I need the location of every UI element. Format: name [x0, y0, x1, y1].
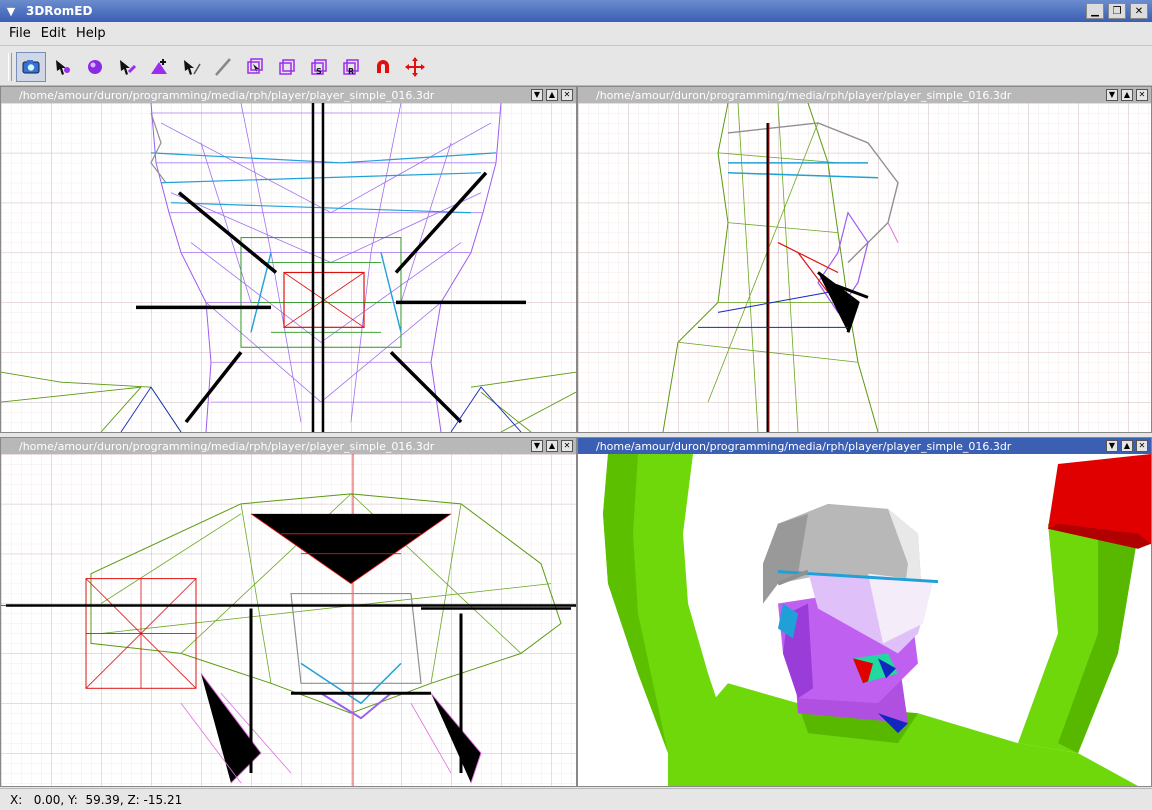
- side-wireframe-view[interactable]: [578, 103, 1151, 432]
- viewport-front[interactable]: /home/amour/duron/programming/media/rph/…: [0, 86, 577, 433]
- camera-icon: [22, 59, 40, 73]
- select-box-icon: [247, 57, 263, 74]
- viewport-file-path: /home/amour/duron/programming/media/rph/…: [596, 439, 1012, 453]
- viewport-menu-icon[interactable]: ▼: [1106, 440, 1118, 452]
- select-edge-icon: [120, 59, 137, 75]
- add-vertex-icon: [151, 58, 167, 74]
- viewport-menu-icon[interactable]: ▼: [531, 89, 543, 101]
- minimize-button[interactable]: ▁: [1086, 3, 1104, 19]
- viewport-close-icon[interactable]: ✕: [1136, 440, 1148, 452]
- select-vertex-icon: [56, 59, 70, 75]
- scale-box-tool-button[interactable]: S: [304, 52, 334, 82]
- window-menu-icon[interactable]: ▼: [0, 0, 22, 22]
- draw-line-tool-button[interactable]: [208, 52, 238, 82]
- toolbar-grip[interactable]: [8, 52, 12, 81]
- select-sphere-tool-button[interactable]: [80, 52, 110, 82]
- toolbar: S R: [0, 48, 1152, 86]
- sphere-icon: [88, 59, 102, 74]
- window-title: 3DRomED: [26, 4, 93, 18]
- viewport-header: /home/amour/duron/programming/media/rph/…: [1, 87, 576, 103]
- close-button[interactable]: ✕: [1130, 3, 1148, 19]
- top-wireframe-canvas: [1, 454, 576, 786]
- svg-text:S: S: [316, 67, 322, 76]
- viewport-menu-icon[interactable]: ▼: [1106, 89, 1118, 101]
- viewport-close-icon[interactable]: ✕: [561, 89, 573, 101]
- viewport-file-path: /home/amour/duron/programming/media/rph/…: [19, 88, 435, 102]
- viewport-close-icon[interactable]: ✕: [561, 440, 573, 452]
- select-arrow-tool-button[interactable]: [176, 52, 206, 82]
- menu-help[interactable]: Help: [71, 24, 111, 43]
- box-tool-button[interactable]: [272, 52, 302, 82]
- line-icon: [215, 57, 231, 76]
- viewport-menu-icon[interactable]: ▼: [531, 440, 543, 452]
- perspective-shaded-view[interactable]: [578, 454, 1151, 786]
- select-edge-tool-button[interactable]: [112, 52, 142, 82]
- viewport-header: /home/amour/duron/programming/media/rph/…: [578, 438, 1151, 454]
- front-wireframe-canvas: [1, 103, 576, 432]
- menu-bar: File Edit Help: [0, 22, 1152, 46]
- maximize-button[interactable]: ❐: [1108, 3, 1126, 19]
- camera-tool-button[interactable]: [16, 51, 46, 82]
- top-wireframe-view[interactable]: [1, 454, 576, 786]
- svg-text:R: R: [348, 67, 354, 76]
- magnet-icon: [377, 59, 389, 73]
- perspective-shaded-canvas: [578, 454, 1151, 786]
- box-icon: [279, 58, 295, 75]
- scale-box-icon: S: [311, 58, 327, 76]
- rotate-box-tool-button[interactable]: R: [336, 52, 366, 82]
- viewport-side[interactable]: /home/amour/duron/programming/media/rph/…: [577, 86, 1152, 433]
- magnet-tool-button[interactable]: [368, 52, 398, 82]
- select-vertex-tool-button[interactable]: [48, 52, 78, 82]
- viewport-maximize-icon[interactable]: ▲: [1121, 440, 1133, 452]
- side-wireframe-canvas: [578, 103, 1151, 432]
- viewport-maximize-icon[interactable]: ▲: [546, 440, 558, 452]
- viewport-close-icon[interactable]: ✕: [1136, 89, 1148, 101]
- viewport-file-path: /home/amour/duron/programming/media/rph/…: [19, 439, 435, 453]
- status-bar: X: 0.00, Y: 59.39, Z: -15.21: [0, 788, 1152, 810]
- menu-file[interactable]: File: [4, 24, 36, 43]
- viewport-maximize-icon[interactable]: ▲: [546, 89, 558, 101]
- cursor-coordinates: X: 0.00, Y: 59.39, Z: -15.21: [10, 792, 183, 807]
- viewport-maximize-icon[interactable]: ▲: [1121, 89, 1133, 101]
- rotate-box-icon: R: [343, 58, 359, 76]
- viewport-perspective[interactable]: /home/amour/duron/programming/media/rph/…: [577, 437, 1152, 787]
- arrow-pointer-icon: [184, 59, 201, 75]
- viewport-file-path: /home/amour/duron/programming/media/rph/…: [596, 88, 1012, 102]
- add-vertex-tool-button[interactable]: [144, 52, 174, 82]
- front-wireframe-view[interactable]: [1, 103, 576, 432]
- move-arrows-icon: [405, 56, 425, 77]
- menu-edit[interactable]: Edit: [36, 24, 71, 43]
- select-box-tool-button[interactable]: [240, 52, 270, 82]
- viewport-header: /home/amour/duron/programming/media/rph/…: [578, 87, 1151, 103]
- title-bar: ▼ 3DRomED ▁ ❐ ✕: [0, 0, 1152, 22]
- move-tool-button[interactable]: [400, 52, 430, 82]
- viewport-header: /home/amour/duron/programming/media/rph/…: [1, 438, 576, 454]
- viewport-top[interactable]: /home/amour/duron/programming/media/rph/…: [0, 437, 577, 787]
